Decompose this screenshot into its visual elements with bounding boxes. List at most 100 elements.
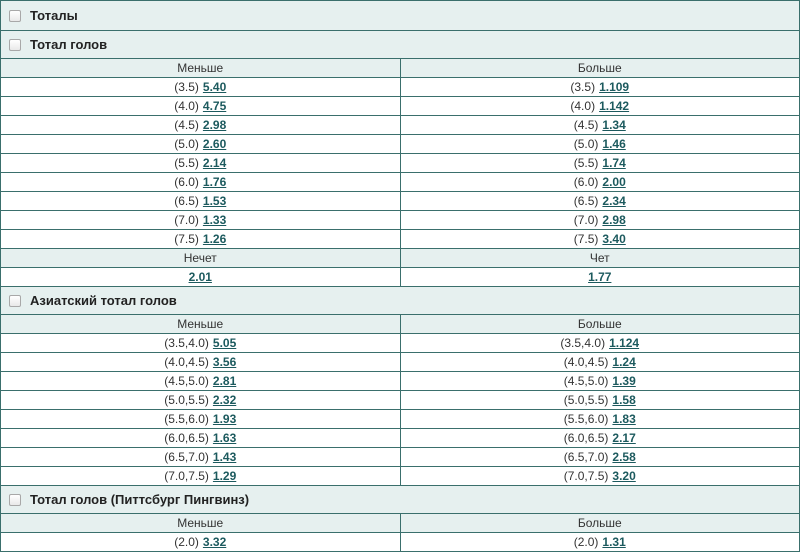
over-odd-link[interactable]: 3.40: [602, 232, 625, 246]
under-line: (7.0,7.5): [164, 469, 209, 483]
under-line: (4.0,4.5): [164, 355, 209, 369]
totals-header[interactable]: Тоталы: [1, 1, 799, 31]
under-cell: (5.0) 2.60: [1, 135, 400, 153]
under-odd-link[interactable]: 1.76: [203, 175, 226, 189]
under-line: (6.5): [174, 194, 199, 208]
under-cell: (4.0,4.5) 3.56: [1, 353, 400, 371]
odd-total-link[interactable]: 2.01: [189, 270, 212, 284]
under-odd-link[interactable]: 1.43: [213, 450, 236, 464]
over-odd-link[interactable]: 2.17: [612, 431, 635, 445]
over-cell: (5.0,5.5) 1.58: [399, 391, 800, 409]
under-cell: (6.0) 1.76: [1, 173, 400, 191]
over-odd-link[interactable]: 3.20: [612, 469, 635, 483]
over-line: (6.0,6.5): [563, 431, 609, 445]
market-header[interactable]: Азиатский тотал голов: [1, 287, 799, 315]
under-odd-link[interactable]: 1.63: [213, 431, 236, 445]
totals-header-title: Тоталы: [30, 8, 78, 23]
over-line: (7.5): [573, 232, 599, 246]
over-line: (5.0): [573, 137, 599, 151]
under-odd-link[interactable]: 2.81: [213, 374, 236, 388]
odd-even-row: 2.01 1.77: [1, 268, 799, 287]
under-odd-link[interactable]: 1.26: [203, 232, 226, 246]
over-odd-link[interactable]: 1.74: [602, 156, 625, 170]
under-line: (7.5): [174, 232, 199, 246]
under-odd-link[interactable]: 5.40: [203, 80, 226, 94]
under-cell: (3.5) 5.40: [1, 78, 400, 96]
under-odd-link[interactable]: 1.33: [203, 213, 226, 227]
odds-row: (5.0,5.5) 2.32 (5.0,5.5) 1.58: [1, 391, 799, 410]
over-line: (7.0): [573, 213, 599, 227]
over-odd-link[interactable]: 1.83: [612, 412, 635, 426]
odds-row: (7.0,7.5) 1.29 (7.0,7.5) 3.20: [1, 467, 799, 486]
under-line: (5.5,6.0): [164, 412, 209, 426]
over-odd-link[interactable]: 1.109: [599, 80, 629, 94]
over-odd-link[interactable]: 2.34: [602, 194, 625, 208]
over-odd-link[interactable]: 1.142: [599, 99, 629, 113]
odds-row: (5.5,6.0) 1.93 (5.5,6.0) 1.83: [1, 410, 799, 429]
over-line: (6.5): [573, 194, 599, 208]
under-line: (6.0,6.5): [164, 431, 209, 445]
odds-row: (6.0,6.5) 1.63 (6.0,6.5) 2.17: [1, 429, 799, 448]
under-odd-link[interactable]: 1.53: [203, 194, 226, 208]
under-line: (5.0,5.5): [164, 393, 209, 407]
under-odd-link[interactable]: 2.14: [203, 156, 226, 170]
under-line: (4.0): [174, 99, 199, 113]
under-odd-link[interactable]: 3.56: [213, 355, 236, 369]
even-total-link[interactable]: 1.77: [588, 270, 611, 284]
market-title: Тотал голов: [30, 37, 108, 52]
odds-row: (6.5,7.0) 1.43 (6.5,7.0) 2.58: [1, 448, 799, 467]
under-odd-link[interactable]: 2.98: [203, 118, 226, 132]
over-line: (3.5,4.0): [560, 336, 606, 350]
odds-row: (7.0) 1.33 (7.0) 2.98: [1, 211, 799, 230]
odd-even-header-row: Нечет Чет: [1, 249, 799, 268]
under-line: (7.0): [174, 213, 199, 227]
checkbox-icon[interactable]: [9, 294, 21, 307]
under-cell: (5.5,6.0) 1.93: [1, 410, 400, 428]
over-odd-link[interactable]: 1.34: [602, 118, 625, 132]
odds-row: (4.5) 2.98 (4.5) 1.34: [1, 116, 799, 135]
odds-row: (6.0) 1.76 (6.0) 2.00: [1, 173, 799, 192]
over-cell: (5.5,6.0) 1.83: [399, 410, 800, 428]
under-odd-link[interactable]: 5.05: [213, 336, 236, 350]
odd-label: Нечет: [183, 251, 217, 265]
under-odd-link[interactable]: 3.32: [203, 535, 226, 549]
odds-row: (3.5,4.0) 5.05 (3.5,4.0) 1.124: [1, 334, 799, 353]
column-header-row: Меньше Больше: [1, 315, 799, 334]
over-odd-link[interactable]: 2.00: [602, 175, 625, 189]
market-header[interactable]: Тотал голов (Питтсбург Пингвинз): [1, 486, 799, 514]
under-cell: (3.5,4.0) 5.05: [1, 334, 400, 352]
under-line: (3.5,4.0): [164, 336, 209, 350]
under-line: (3.5): [174, 80, 199, 94]
over-cell: (6.5,7.0) 2.58: [399, 448, 800, 466]
market-header[interactable]: Тотал голов: [1, 31, 799, 59]
under-odd-link[interactable]: 1.93: [213, 412, 236, 426]
over-odd-link[interactable]: 1.31: [602, 535, 625, 549]
market-title: Тотал голов (Питтсбург Пингвинз): [30, 492, 250, 507]
over-odd-link[interactable]: 1.46: [602, 137, 625, 151]
over-odd-link[interactable]: 1.58: [612, 393, 635, 407]
checkbox-icon[interactable]: [9, 9, 21, 22]
checkbox-icon[interactable]: [9, 38, 21, 51]
over-line: (5.5): [573, 156, 599, 170]
over-line: (4.0): [570, 99, 596, 113]
over-cell: (6.0) 2.00: [399, 173, 800, 191]
under-cell: (7.5) 1.26: [1, 230, 400, 248]
under-odd-link[interactable]: 2.60: [203, 137, 226, 151]
odds-row: (3.5) 5.40 (3.5) 1.109: [1, 78, 799, 97]
under-odd-link[interactable]: 4.75: [203, 99, 226, 113]
odds-row: (4.5,5.0) 2.81 (4.5,5.0) 1.39: [1, 372, 799, 391]
over-odd-link[interactable]: 1.24: [612, 355, 635, 369]
under-odd-link[interactable]: 1.29: [213, 469, 236, 483]
over-odd-link[interactable]: 2.98: [602, 213, 625, 227]
column-header-over: Больше: [399, 315, 800, 333]
over-line: (6.5,7.0): [563, 450, 609, 464]
over-cell: (5.5) 1.74: [399, 154, 800, 172]
over-odd-link[interactable]: 1.124: [609, 336, 639, 350]
over-odd-link[interactable]: 1.39: [612, 374, 635, 388]
under-odd-link[interactable]: 2.32: [213, 393, 236, 407]
checkbox-icon[interactable]: [9, 493, 21, 506]
over-odd-link[interactable]: 2.58: [612, 450, 635, 464]
over-line: (3.5): [570, 80, 596, 94]
under-line: (5.0): [174, 137, 199, 151]
over-line: (4.5): [573, 118, 599, 132]
